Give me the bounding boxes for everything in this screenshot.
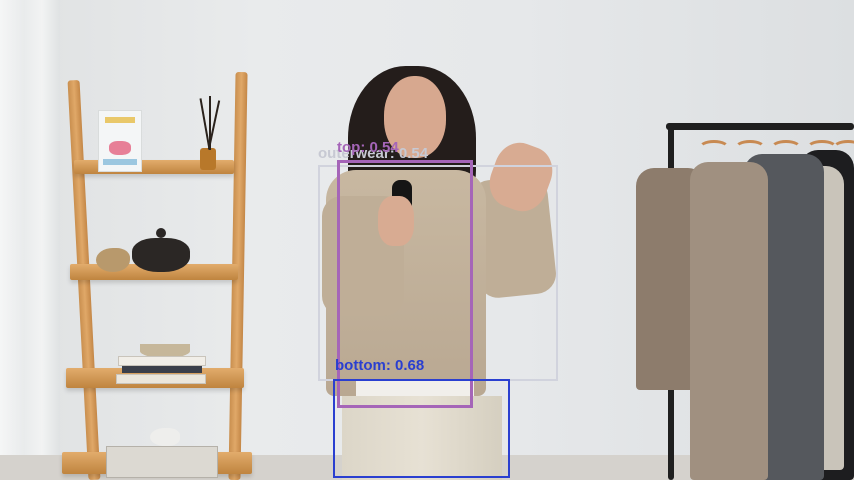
books	[118, 356, 206, 366]
bird-figurine	[150, 428, 180, 446]
detection-label-bottom: bottom: 0.68	[335, 357, 425, 374]
ceramic-bird	[96, 248, 130, 272]
reed-diffuser	[200, 148, 216, 170]
coat-taupe	[690, 162, 768, 480]
photo-scene: outerwear: 0.54 top: 0.54 bottom: 0.68	[0, 0, 854, 480]
detection-box-bottom	[333, 379, 510, 478]
card	[98, 110, 142, 172]
magazine	[106, 446, 218, 478]
curtain	[0, 0, 60, 480]
detection-label-top: top: 0.54	[337, 139, 399, 156]
pot	[132, 238, 190, 272]
